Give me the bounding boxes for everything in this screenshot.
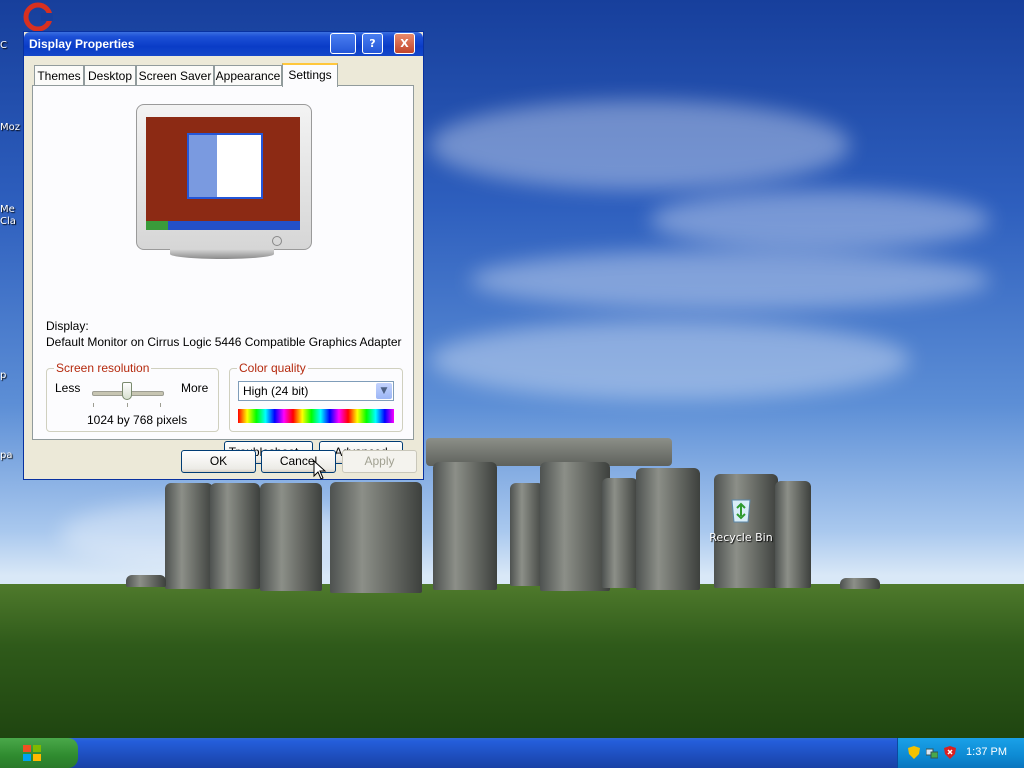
standing-stone bbox=[433, 462, 497, 590]
recycle-bin-icon bbox=[731, 499, 751, 523]
security-alert-icon[interactable] bbox=[944, 746, 956, 759]
start-button[interactable] bbox=[0, 738, 78, 768]
chevron-down-icon[interactable]: ▼ bbox=[376, 383, 392, 399]
windows-logo-icon bbox=[23, 745, 41, 761]
power-button-icon bbox=[272, 236, 282, 246]
fallen-stone bbox=[126, 575, 166, 587]
taskbar-clock[interactable]: 1:37 PM bbox=[966, 746, 1007, 758]
monitor-screen bbox=[146, 117, 300, 230]
apply-button[interactable]: Apply bbox=[342, 450, 417, 473]
window-title: Display Properties bbox=[29, 37, 135, 51]
display-label: Display: bbox=[46, 319, 89, 333]
screen-resolution-title: Screen resolution bbox=[54, 361, 152, 375]
edge-icon-label[interactable]: Cla bbox=[0, 216, 16, 227]
screen-resolution-group: Screen resolution Less More 1024 by 768 … bbox=[46, 361, 219, 432]
cloud bbox=[650, 190, 990, 250]
slider-tick bbox=[93, 403, 94, 407]
color-quality-title: Color quality bbox=[237, 361, 308, 375]
help-button[interactable]: ? bbox=[362, 33, 383, 54]
ok-button[interactable]: OK bbox=[181, 450, 256, 473]
close-button[interactable]: X bbox=[394, 33, 415, 54]
cloud bbox=[470, 250, 990, 310]
color-quality-select[interactable]: High (24 bit) ▼ bbox=[238, 381, 394, 401]
grass-field bbox=[0, 584, 1024, 738]
recycle-bin-desktop-icon[interactable]: Recycle Bin bbox=[708, 494, 774, 544]
system-tray: 1:37 PM bbox=[897, 738, 1024, 768]
standing-stone bbox=[165, 483, 213, 589]
resolution-slider-thumb[interactable] bbox=[122, 382, 132, 400]
tab-desktop[interactable]: Desktop bbox=[84, 65, 136, 85]
monitor-preview bbox=[136, 104, 312, 250]
edge-icon-label[interactable]: p bbox=[0, 370, 6, 381]
edge-icon-label[interactable]: pa bbox=[0, 450, 12, 461]
color-quality-value: High (24 bit) bbox=[243, 384, 309, 398]
display-properties-window: Display Properties ? X Themes Desktop Sc… bbox=[23, 31, 424, 480]
tab-screen-saver[interactable]: Screen Saver bbox=[136, 65, 214, 85]
less-label: Less bbox=[55, 381, 81, 395]
network-icon[interactable] bbox=[926, 746, 938, 759]
minimize-button bbox=[330, 33, 356, 54]
more-label: More bbox=[181, 381, 209, 395]
preview-window bbox=[187, 133, 263, 199]
standing-stone bbox=[636, 468, 700, 590]
standing-stone bbox=[540, 462, 610, 591]
title-bar[interactable]: Display Properties ? X bbox=[24, 32, 423, 56]
standing-stone bbox=[602, 478, 638, 588]
display-device: Default Monitor on Cirrus Logic 5446 Com… bbox=[46, 335, 402, 349]
security-shield-icon[interactable] bbox=[908, 746, 920, 759]
standing-stone bbox=[260, 483, 322, 591]
slider-tick bbox=[127, 403, 128, 407]
ccleaner-icon bbox=[23, 2, 53, 32]
edge-icon-label[interactable]: Me bbox=[0, 204, 15, 215]
settings-panel: Display: Default Monitor on Cirrus Logic… bbox=[32, 85, 414, 464]
preview-window-sidebar bbox=[189, 135, 217, 197]
preview-start-button bbox=[146, 221, 168, 230]
tab-themes[interactable]: Themes bbox=[34, 65, 84, 85]
cloud bbox=[430, 320, 910, 400]
tab-settings[interactable]: Settings bbox=[282, 63, 338, 87]
taskbar: 1:37 PM bbox=[0, 738, 1024, 768]
color-spectrum-bar bbox=[238, 409, 394, 423]
slider-tick bbox=[160, 403, 161, 407]
standing-stone bbox=[330, 482, 422, 593]
fallen-stone bbox=[840, 578, 880, 589]
standing-stone bbox=[775, 481, 811, 588]
mouse-cursor-icon bbox=[313, 460, 327, 480]
monitor-stand bbox=[170, 249, 274, 259]
resolution-value: 1024 by 768 pixels bbox=[87, 413, 188, 427]
recycle-bin-label: Recycle Bin bbox=[709, 531, 773, 544]
preview-taskbar bbox=[146, 221, 300, 230]
edge-icon-label[interactable]: C bbox=[0, 40, 7, 51]
standing-stone bbox=[210, 483, 260, 589]
tab-appearance[interactable]: Appearance bbox=[214, 65, 282, 85]
cloud bbox=[430, 100, 850, 190]
edge-icon-label[interactable]: Moz bbox=[0, 122, 20, 133]
standing-stone bbox=[510, 483, 544, 586]
color-quality-group: Color quality High (24 bit) ▼ bbox=[229, 361, 403, 432]
